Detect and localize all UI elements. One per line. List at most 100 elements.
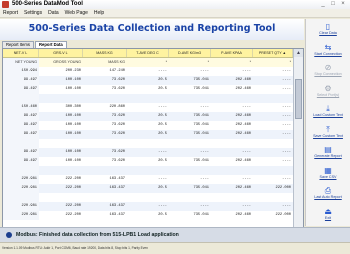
table-cell: ---- xyxy=(158,150,167,154)
table-row[interactable] xyxy=(3,94,293,103)
table-row[interactable]: 99.497 100.100 73.620 20.5 735.041 202.460 ---… xyxy=(3,130,293,139)
menu-web-page[interactable]: Web Page xyxy=(62,10,91,16)
table-row[interactable] xyxy=(3,139,293,148)
scroll-up-icon[interactable]: ▲ xyxy=(294,49,303,57)
exit-icon: ⏏ xyxy=(324,206,332,216)
menu-settings[interactable]: Settings xyxy=(21,10,45,16)
column-header[interactable]: MASS KG xyxy=(83,49,127,57)
table-row[interactable]: 150.460 300.300 220.860 ---- ---- ---- ---- xyxy=(3,103,293,112)
table-cell: ---- xyxy=(242,105,251,109)
start-connection-button[interactable]: ⇆ Start Connection xyxy=(307,42,349,62)
table-cell: 220.981 xyxy=(3,211,39,220)
table-row[interactable]: 99.497 100.100 73.620 20.5 735.041 202.460 ---… xyxy=(3,157,293,166)
table-row[interactable]: 220.981 222.200 163.437 ---- ---- ---- ---- xyxy=(3,175,293,184)
table-cell: 100.100 xyxy=(65,78,82,82)
table-cell xyxy=(39,94,83,103)
grid-body: NET YOUNG GROSS YOUNG MASS KG * * * * 150.994 20… xyxy=(3,58,293,228)
load-custom-text-button[interactable]: ⤓ Load Custom Text xyxy=(307,103,349,123)
table-cell: ---- xyxy=(158,177,167,181)
sidebar-button-label: Start Connection xyxy=(314,51,342,56)
column-header[interactable]: NET-V L xyxy=(3,49,39,57)
select-port-icon: ⚙ xyxy=(324,83,332,93)
last-auto-report-button[interactable]: ⎙ Last Auto Report xyxy=(307,185,349,205)
table-cell xyxy=(83,166,127,175)
table-cell: 99.497 xyxy=(3,148,39,157)
table-cell: 99.497 xyxy=(3,130,39,139)
table-cell: 20.5 xyxy=(158,114,167,118)
column-header[interactable]: P-AVE KPAA xyxy=(211,49,253,57)
save-custom-text-icon: ⤒ xyxy=(326,124,330,134)
sidebar-button-label: Select Port(s) xyxy=(316,92,340,97)
table-row[interactable] xyxy=(3,166,293,175)
vertical-scroll-thumb[interactable] xyxy=(295,79,302,119)
vertical-scrollbar[interactable]: ▲ ▼ xyxy=(293,49,303,236)
table-cell: 202.460 xyxy=(235,78,252,82)
window-title: 500-Series DataMod Tool xyxy=(12,1,83,7)
table-cell: ---- xyxy=(200,105,209,109)
table-cell xyxy=(83,139,127,148)
select-port-button[interactable]: ⚙ Select Port(s) xyxy=(307,83,349,103)
stop-connection-icon: ⊘ xyxy=(324,63,332,72)
table-cell: 222.200 xyxy=(65,186,82,190)
clear-data-button[interactable]: ▯ Clear Data xyxy=(307,21,349,41)
column-header[interactable]: D-AVE KG/m3 xyxy=(169,49,211,57)
table-row[interactable]: 99.497 100.100 73.620 20.5 735.041 202.460 ---… xyxy=(3,121,293,130)
table-cell: 735.041 xyxy=(193,213,210,217)
stop-connection-button[interactable]: ⊘ Stop Connection xyxy=(307,62,349,82)
table-cell: ---- xyxy=(282,78,291,82)
table-cell: 73.620 xyxy=(111,114,125,118)
table-cell: ---- xyxy=(242,204,251,208)
table-cell: ---- xyxy=(282,105,291,109)
table-cell: ---- xyxy=(158,105,167,109)
menu-report[interactable]: Report xyxy=(0,10,21,16)
sidebar-button-label: Generate Report xyxy=(314,154,342,158)
table-row[interactable] xyxy=(3,193,293,202)
table-cell: 100.100 xyxy=(65,132,82,136)
clear-data-icon: ▯ xyxy=(325,22,331,31)
table-cell: 150.460 xyxy=(3,103,39,112)
table-cell xyxy=(3,94,39,103)
table-cell: 222.000 xyxy=(275,186,292,190)
table-row[interactable]: 220.981 222.200 163.437 20.5 735.041 202.460 2… xyxy=(3,211,293,220)
minimize-button[interactable]: _ xyxy=(318,0,328,9)
column-header[interactable]: GRS-V L xyxy=(39,49,83,57)
table-row[interactable]: 150.994 200.230 147.240 ---- ---- ---- ---- xyxy=(3,67,293,76)
table-cell: 100.100 xyxy=(65,114,82,118)
menu-data[interactable]: Data xyxy=(45,10,62,16)
table-row[interactable]: 99.497 100.100 73.620 20.5 735.041 202.460 ---… xyxy=(3,112,293,121)
table-cell: 220.981 xyxy=(3,184,39,193)
table-cell: 147.240 xyxy=(109,69,126,73)
save-custom-text-button[interactable]: ⤒ Save Custom Text xyxy=(307,124,349,144)
table-cell: 73.620 xyxy=(111,78,125,82)
save-csv-button[interactable]: ▦ Save CSV xyxy=(307,165,349,185)
table-cell: 735.041 xyxy=(193,114,210,118)
tab-report-data[interactable]: Report Data xyxy=(34,41,67,48)
table-row[interactable]: 99.497 100.100 73.620 20.5 735.041 202.460 ---… xyxy=(3,76,293,85)
column-header[interactable]: PRESET QTY ▲ xyxy=(253,49,293,57)
menu-bar: Report Settings Data Web Page Help xyxy=(0,9,350,18)
table-cell: 100.100 xyxy=(65,159,82,163)
table-cell: * xyxy=(289,60,291,64)
table-cell: ---- xyxy=(282,114,291,118)
table-row[interactable]: 99.497 100.100 73.620 ---- ---- ---- ---- xyxy=(3,148,293,157)
table-cell: * xyxy=(249,60,251,64)
table-cell: ---- xyxy=(200,69,209,73)
table-cell xyxy=(253,166,293,175)
table-row[interactable]: 220.981 222.200 163.437 20.5 735.041 202.460 2… xyxy=(3,184,293,193)
generate-report-button[interactable]: ▤ Generate Report xyxy=(307,144,349,164)
menu-help[interactable]: Help xyxy=(91,10,107,16)
maximize-button[interactable]: □ xyxy=(328,0,338,9)
table-cell: 73.620 xyxy=(111,132,125,136)
save-csv-icon: ▦ xyxy=(324,165,332,175)
start-connection-icon: ⇆ xyxy=(324,42,332,52)
table-cell: ---- xyxy=(282,177,291,181)
sidebar-button-label: Last Auto Report xyxy=(314,195,342,199)
table-cell: 73.620 xyxy=(111,159,125,163)
units-row[interactable]: NET YOUNG GROSS YOUNG MASS KG * * * * xyxy=(3,58,293,67)
close-button[interactable]: × xyxy=(338,0,348,9)
tab-report-items[interactable]: Report Items xyxy=(2,41,34,48)
exit-button[interactable]: ⏏ Exit xyxy=(307,206,349,226)
column-header[interactable]: T-AVE DEG C xyxy=(127,49,169,57)
table-row[interactable]: 99.497 100.100 73.620 20.5 735.041 202.460 ---… xyxy=(3,85,293,94)
table-row[interactable]: 220.981 222.200 163.437 ---- ---- ---- ---- xyxy=(3,202,293,211)
